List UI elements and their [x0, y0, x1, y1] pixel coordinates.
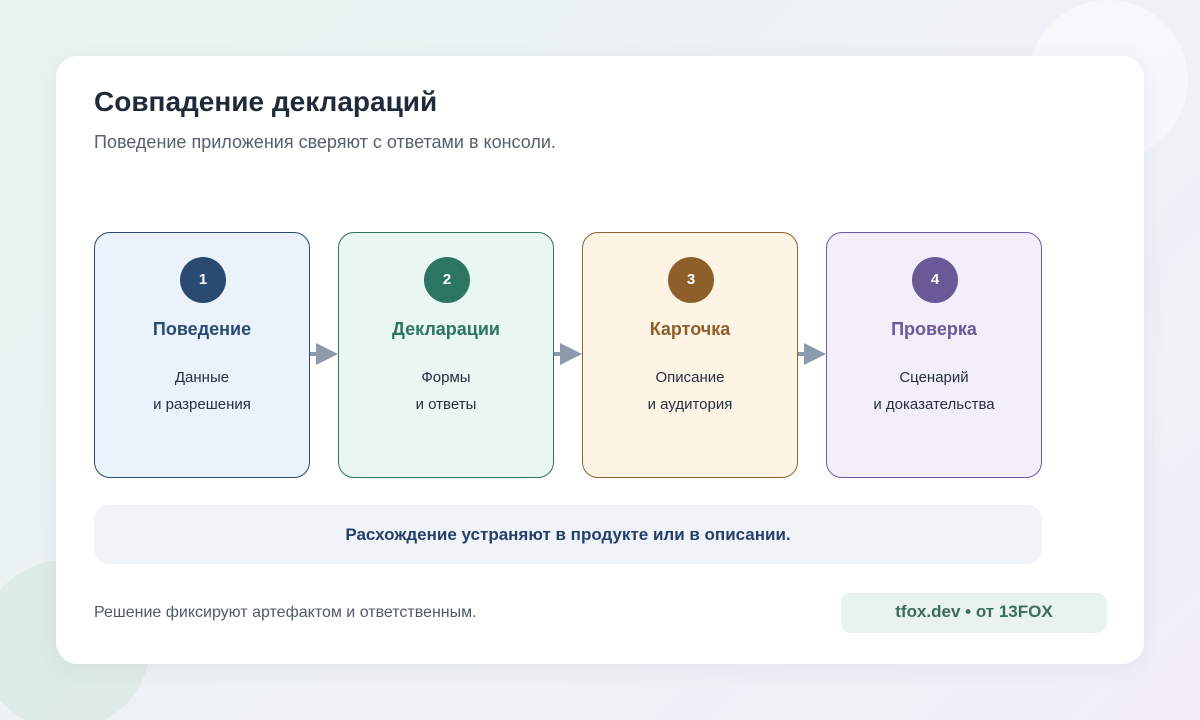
step-title: Проверка — [891, 319, 977, 339]
step-title: Поведение — [152, 319, 252, 339]
summary-note: Расхождение устраняют в продукте или в о… — [94, 505, 1042, 564]
step-description-line1: Формы — [421, 369, 471, 386]
step-number-badge: 3 — [668, 257, 714, 303]
step-card-3: 3 Карточка Описание и аудитория — [582, 232, 798, 478]
step-description-line1: Данные — [174, 369, 230, 386]
arrow-right-icon — [310, 343, 338, 365]
step-number-badge: 2 — [424, 257, 470, 303]
step-title: Карточка — [649, 319, 731, 339]
main-card: Совпадение деклараций Поведение приложен… — [56, 56, 1144, 664]
step-number-badge: 4 — [912, 257, 958, 303]
step-description-line2: и разрешения — [153, 396, 251, 413]
brand-badge: tfox.dev • от 13FOX — [841, 593, 1107, 633]
step-description-line2: и доказательства — [873, 396, 995, 413]
step-description-line1: Сценарий — [899, 369, 969, 386]
step-title: Декларации — [392, 319, 500, 339]
step-card-2: 2 Декларации Формы и ответы — [338, 232, 554, 478]
step-description-line2: и ответы — [415, 396, 477, 413]
step-card-1: 1 Поведение Данные и разрешения — [94, 232, 310, 478]
arrow-right-icon — [554, 343, 582, 365]
footer-text: Решение фиксируют артефактом и ответстве… — [94, 604, 477, 621]
page-subtitle: Поведение приложения сверяют с ответами … — [94, 132, 556, 152]
step-card-4: 4 Проверка Сценарий и доказательства — [826, 232, 1042, 478]
step-description-line1: Описание — [655, 369, 725, 386]
page-title: Совпадение деклараций — [94, 86, 438, 117]
arrow-right-icon — [798, 343, 826, 365]
step-description-line2: и аудитория — [647, 396, 733, 413]
step-number-badge: 1 — [180, 257, 226, 303]
